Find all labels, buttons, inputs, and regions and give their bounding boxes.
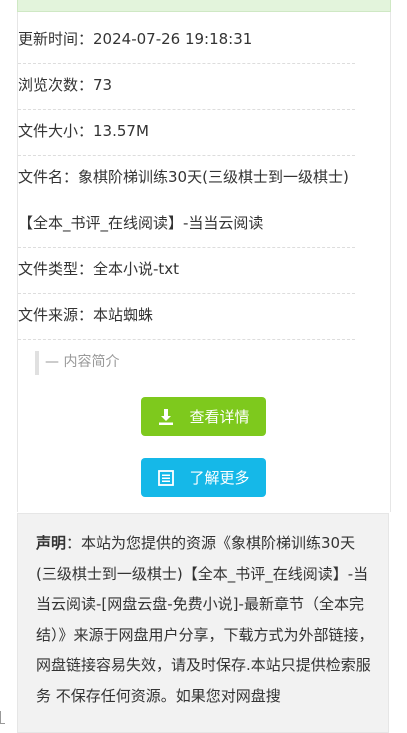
corner-mark — [0, 711, 5, 724]
views-value: 73 — [93, 76, 113, 94]
size-value: 13.57M — [93, 122, 149, 140]
type-value: 全本小说-txt — [93, 260, 180, 278]
learn-more-label: 了解更多 — [189, 469, 250, 487]
source-label: 文件来源： — [18, 306, 94, 324]
info-row-updated: 更新时间：2024-07-26 19:18:31 — [18, 28, 355, 64]
disclaimer-text: 声明：本站为您提供的资源《象棋阶梯训练30天(三级棋士到一级棋士)【全本_书评_… — [36, 528, 374, 711]
view-details-button[interactable]: 查看详情 — [141, 397, 266, 436]
disclaimer-title: 声明 — [36, 534, 67, 552]
view-details-label: 查看详情 — [189, 408, 250, 426]
updated-value: 2024-07-26 19:18:31 — [93, 30, 253, 48]
top-bar — [17, 0, 391, 12]
list-icon — [157, 469, 175, 487]
disclaimer-body: ：本站为您提供的资源《象棋阶梯训练30天(三级棋士到一级棋士)【全本_书评_在线… — [36, 534, 374, 705]
intro-section-header[interactable]: — 内容简介 — [35, 351, 345, 375]
learn-more-button[interactable]: 了解更多 — [141, 458, 266, 497]
source-value: 本站蜘蛛 — [93, 306, 154, 324]
dash-icon: — — [45, 354, 59, 370]
disclaimer-box: 声明：本站为您提供的资源《象棋阶梯训练30天(三级棋士到一级棋士)【全本_书评_… — [17, 513, 389, 733]
intro-label: 内容简介 — [63, 354, 120, 370]
name-label: 文件名： — [18, 168, 79, 186]
info-row-source: 文件来源：本站蜘蛛 — [18, 304, 355, 340]
updated-label: 更新时间： — [18, 30, 94, 48]
download-icon — [157, 408, 175, 426]
views-label: 浏览次数： — [18, 76, 94, 94]
size-label: 文件大小： — [18, 122, 94, 140]
info-row-size: 文件大小：13.57M — [18, 120, 355, 156]
info-row-type: 文件类型：全本小说-txt — [18, 258, 355, 294]
info-row-name: 文件名：象棋阶梯训练30天(三级棋士到一级棋士)【全本_书评_在线阅读】-当当云… — [18, 166, 355, 248]
type-label: 文件类型： — [18, 260, 94, 278]
info-row-views: 浏览次数：73 — [18, 74, 355, 110]
